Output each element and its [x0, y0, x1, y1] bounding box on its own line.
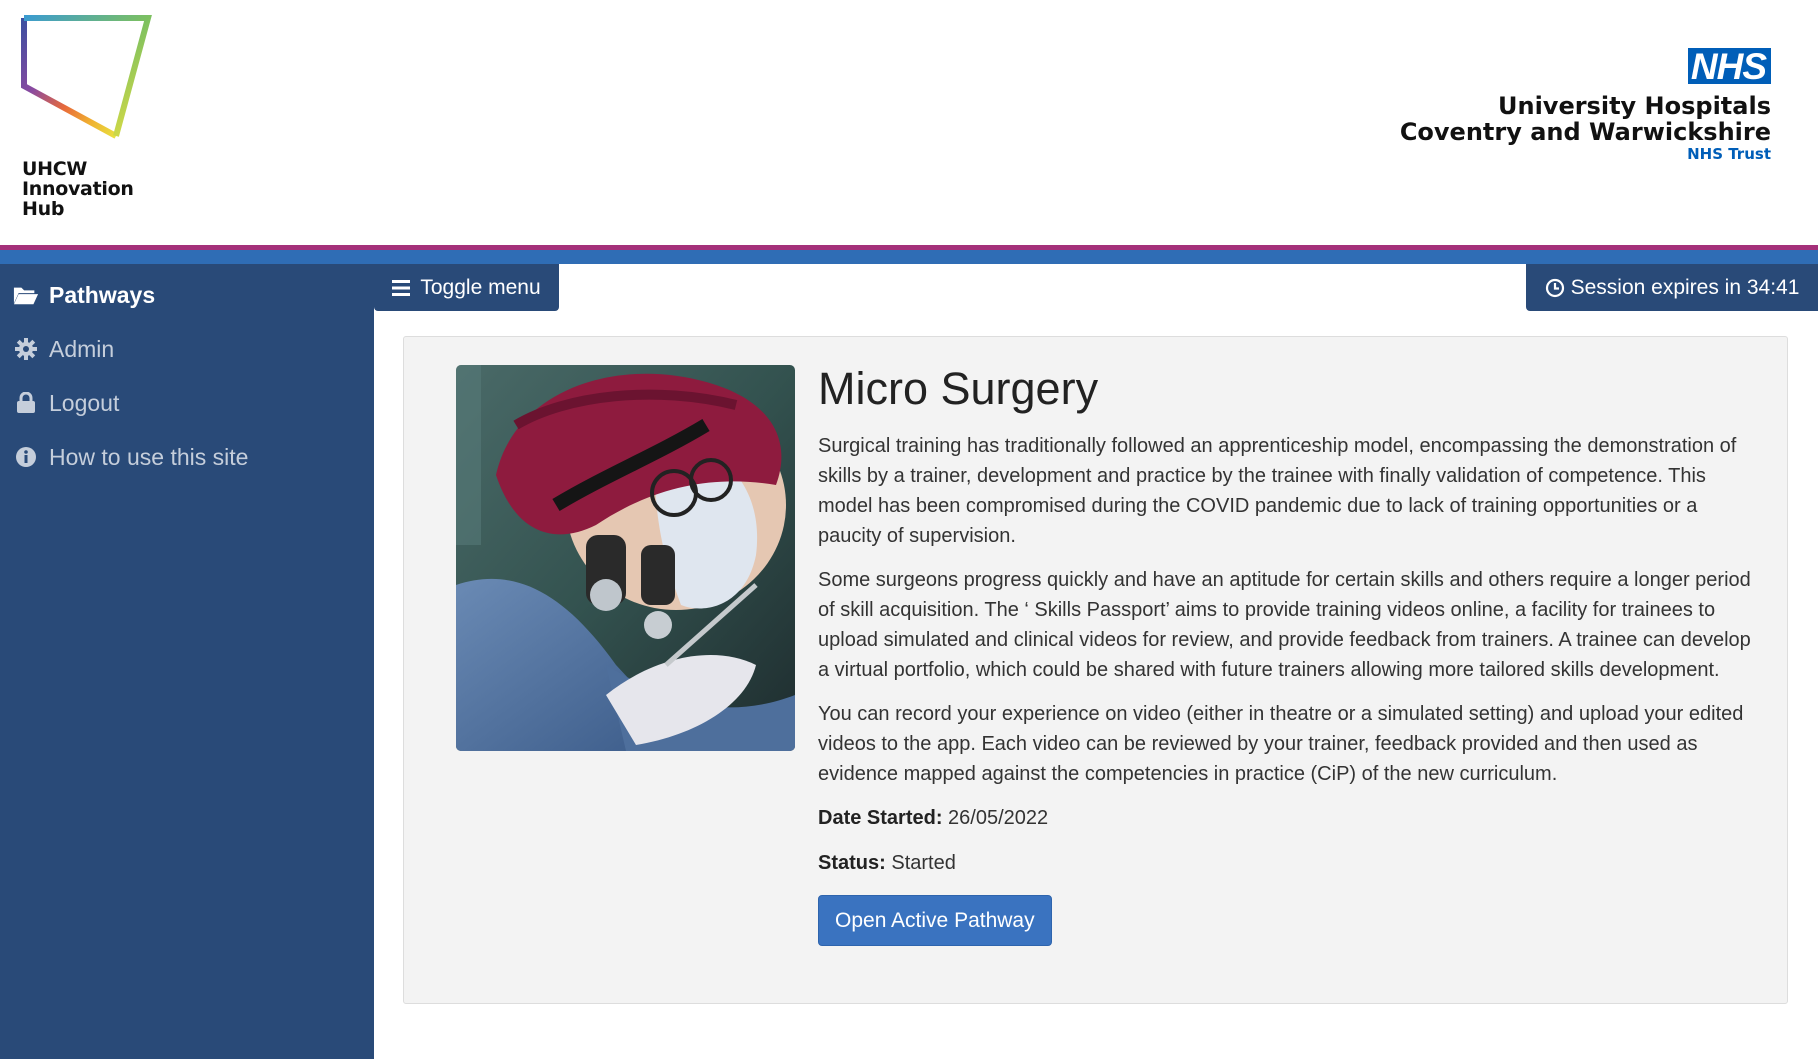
- sidebar-item-label: How to use this site: [49, 443, 249, 470]
- nhs-org-name: University Hospitals Coventry and Warwic…: [1400, 93, 1771, 145]
- pathway-description-paragraph: Some surgeons progress quickly and have …: [818, 569, 1751, 681]
- header-stripe-blue: [0, 250, 1818, 264]
- pathway-card: Micro Surgery Surgical training has trad…: [403, 336, 1788, 1004]
- lock-icon: [13, 390, 39, 416]
- hub-logo-line: Innovation: [22, 178, 134, 200]
- hub-logo-line: Hub: [22, 198, 65, 220]
- date-started-value: 26/05/2022: [948, 807, 1049, 829]
- sidebar-item-how-to-use[interactable]: How to use this site: [13, 437, 248, 477]
- nhs-trust-label: NHS Trust: [1687, 145, 1771, 163]
- uhcw-innovation-hub-logo[interactable]: UHCW Innovation Hub: [20, 14, 155, 224]
- folder-open-icon: [13, 282, 39, 308]
- toggle-menu-button[interactable]: Toggle menu: [374, 264, 559, 311]
- pathway-title: Micro Surgery: [818, 363, 1099, 414]
- sidebar-item-logout[interactable]: Logout: [13, 383, 119, 423]
- date-started-label: Date Started:: [818, 807, 943, 829]
- pathway-description-paragraph: Surgical training has traditionally foll…: [818, 435, 1737, 547]
- session-timer: Session expires in 34:41: [1526, 264, 1818, 311]
- hub-logo-mark: [21, 15, 152, 139]
- status: Status: Started: [818, 848, 1763, 878]
- gear-icon: [13, 336, 39, 362]
- date-started: Date Started: 26/05/2022: [818, 803, 1763, 833]
- nhs-org-line: Coventry and Warwickshire: [1399, 118, 1771, 146]
- nhs-badge: NHS: [1687, 48, 1771, 84]
- sidebar: Pathways Admin Logout How to use this si…: [0, 264, 374, 1059]
- pathway-details: Micro Surgery Surgical training has trad…: [818, 363, 1763, 946]
- pathway-description-paragraph: You can record your experience on video …: [818, 703, 1744, 785]
- hub-logo-text: UHCW Innovation Hub: [22, 159, 134, 219]
- sidebar-item-label: Admin: [49, 335, 115, 362]
- sidebar-item-label: Pathways: [49, 281, 156, 308]
- sidebar-item-admin[interactable]: Admin: [13, 329, 114, 369]
- toggle-menu-label: Toggle menu: [420, 275, 541, 299]
- pathway-image-surgeon: [456, 365, 795, 751]
- open-active-pathway-button[interactable]: Open Active Pathway: [818, 895, 1052, 946]
- hub-logo-line: UHCW: [22, 158, 88, 180]
- nhs-trust-logo[interactable]: NHS University Hospitals Coventry and Wa…: [1400, 48, 1771, 163]
- status-value: Started: [891, 852, 956, 874]
- status-label: Status:: [818, 852, 886, 874]
- session-timer-label: Session expires in 34:41: [1570, 275, 1800, 299]
- sidebar-item-label: Logout: [49, 389, 120, 416]
- info-icon: [13, 444, 39, 470]
- clock-icon: [1545, 278, 1565, 298]
- sidebar-item-pathways[interactable]: Pathways: [13, 275, 155, 315]
- hamburger-icon: [392, 279, 411, 296]
- nhs-org-line: University Hospitals: [1498, 92, 1771, 120]
- site-header: UHCW Innovation Hub NHS University Hospi…: [0, 0, 1818, 245]
